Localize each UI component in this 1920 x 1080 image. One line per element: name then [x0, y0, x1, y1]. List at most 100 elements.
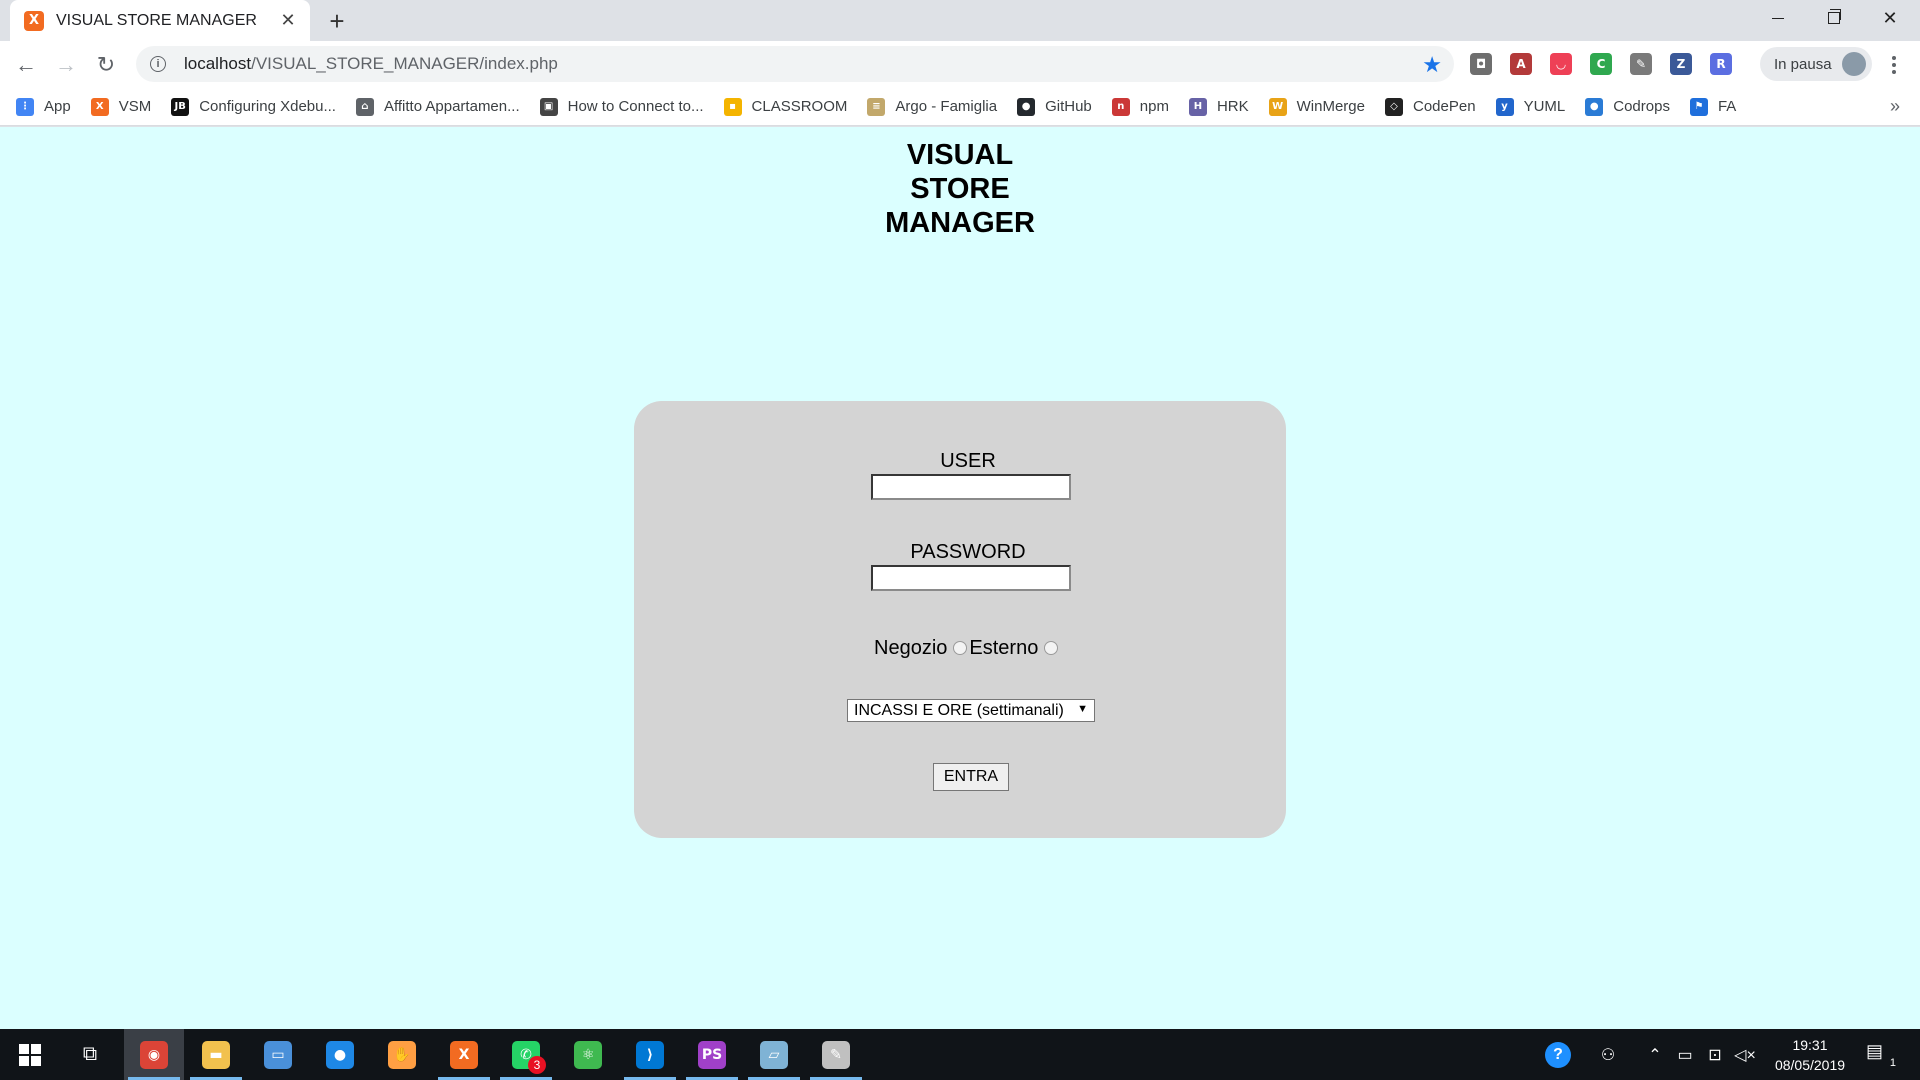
codrops-icon: ●: [1585, 97, 1604, 116]
network-tray-icon[interactable]: ⊡: [1700, 1029, 1730, 1080]
user-input[interactable]: [871, 474, 1071, 500]
bookmark-item[interactable]: W WinMerge: [1268, 97, 1365, 116]
bookmark-item[interactable]: y YUML: [1495, 97, 1566, 116]
atom-taskbar-button[interactable]: ⚛: [558, 1029, 618, 1080]
tools-extension-icon[interactable]: ✎: [1630, 53, 1652, 75]
bookmark-label: npm: [1139, 98, 1169, 115]
bookmark-label: YUML: [1523, 98, 1566, 115]
browser-menu-icon[interactable]: [1884, 51, 1904, 79]
house-icon: ⌂: [355, 97, 374, 116]
bookmark-label: CodePen: [1413, 98, 1476, 115]
messenger-taskbar-button[interactable]: ●: [310, 1029, 370, 1080]
page-content: VISUAL STORE MANAGER USER PASSWORD Negoz…: [0, 127, 1920, 1029]
report-select[interactable]: INCASSI E ORE (settimanali) ▼: [847, 699, 1095, 722]
bookmark-item[interactable]: ⋮ App: [16, 97, 71, 116]
volume-muted-tray-icon[interactable]: ◁×: [1730, 1029, 1760, 1080]
cors-extension-icon[interactable]: C: [1590, 53, 1612, 75]
whatsapp-taskbar-button[interactable]: ✆ 3: [496, 1029, 556, 1080]
phpstorm-taskbar-icon: PS: [698, 1040, 726, 1069]
bookmark-label: FA: [1717, 98, 1737, 115]
tab-title: VISUAL STORE MANAGER: [56, 11, 257, 29]
browser-tab[interactable]: X VISUAL STORE MANAGER ✕: [10, 0, 310, 41]
bookmark-item[interactable]: ⌂ Affitto Appartamen...: [355, 97, 520, 116]
profile-avatar: [1842, 52, 1866, 76]
esterno-radio[interactable]: [1044, 641, 1059, 655]
people-tray-icon[interactable]: ⚇: [1588, 1029, 1628, 1080]
heroku-icon: H: [1188, 97, 1207, 116]
paint-taskbar-button[interactable]: ✎: [806, 1029, 866, 1080]
forward-arrow-icon[interactable]: →: [50, 49, 82, 81]
hand-app-taskbar-button[interactable]: ✋: [372, 1029, 432, 1080]
xampp-taskbar-button[interactable]: X: [434, 1029, 494, 1080]
unread-badge: 3: [528, 1056, 546, 1074]
site-info-icon[interactable]: i: [150, 56, 166, 72]
pdf-extension-icon[interactable]: A: [1510, 53, 1532, 75]
browser-toolbar: ← → ↻ i localhost/VISUAL_STORE_MANAGER/i…: [0, 41, 1920, 88]
xampp-favicon-icon: X: [24, 10, 44, 31]
chrome-taskbar-button[interactable]: ◉: [124, 1029, 184, 1080]
tab-strip: X VISUAL STORE MANAGER ✕ + ✕: [0, 0, 1920, 41]
bookmark-label: VSM: [118, 98, 152, 115]
bookmark-item[interactable]: n npm: [1111, 97, 1169, 116]
windows-logo-icon: [19, 1043, 41, 1066]
notes-taskbar-button[interactable]: ▱: [744, 1029, 804, 1080]
bookmark-label: CLASSROOM: [751, 98, 848, 115]
pocket-extension-icon[interactable]: ◡: [1550, 53, 1572, 75]
task-view-button[interactable]: ⧉: [60, 1029, 120, 1080]
bookmark-item[interactable]: X VSM: [90, 97, 152, 116]
close-tab-icon[interactable]: ✕: [278, 10, 298, 31]
close-window-button[interactable]: ✕: [1862, 0, 1918, 36]
back-arrow-icon[interactable]: ←: [10, 49, 42, 81]
npm-icon: n: [1111, 97, 1130, 116]
codepen-icon: ◇: [1385, 97, 1403, 116]
address-bar[interactable]: i localhost/VISUAL_STORE_MANAGER/index.p…: [136, 46, 1454, 82]
taskbar-clock[interactable]: 19:31 08/05/2019: [1760, 1035, 1860, 1075]
bookmark-item[interactable]: H HRK: [1188, 97, 1249, 116]
phpstorm-taskbar-button[interactable]: PS: [682, 1029, 742, 1080]
restore-window-button[interactable]: [1806, 0, 1862, 36]
profile-button[interactable]: In pausa: [1760, 47, 1872, 81]
bookmark-item[interactable]: ● GitHub: [1017, 97, 1092, 116]
url-text[interactable]: localhost/VISUAL_STORE_MANAGER/index.php: [184, 54, 558, 74]
jetbrains-icon: JB: [171, 97, 190, 116]
github-icon: ●: [1017, 97, 1036, 116]
new-tab-button[interactable]: +: [322, 6, 352, 36]
bookmark-star-icon[interactable]: ★: [1422, 52, 1442, 78]
minimize-window-button[interactable]: [1750, 0, 1806, 36]
camera-extension-icon[interactable]: ◘: [1470, 53, 1492, 75]
clock-date: 08/05/2019: [1774, 1057, 1846, 1073]
bookmark-item[interactable]: JB Configuring Xdebu...: [171, 97, 336, 116]
login-form: USER PASSWORD Negozio Esterno INCASSI E …: [634, 401, 1286, 838]
hand-app-taskbar-icon: ✋: [388, 1040, 416, 1069]
bookmark-item[interactable]: ● Codrops: [1585, 97, 1670, 116]
page-title: VISUAL STORE MANAGER: [860, 138, 1060, 240]
more-bookmarks-icon[interactable]: »: [1890, 96, 1900, 117]
battery-tray-icon[interactable]: ▭: [1670, 1029, 1700, 1080]
help-tray-icon[interactable]: ?: [1536, 1029, 1580, 1080]
title-line-2: STORE: [910, 173, 1010, 205]
bookmark-label: HRK: [1216, 98, 1249, 115]
vscode-taskbar-button[interactable]: ⟩: [620, 1029, 680, 1080]
url-host: localhost: [184, 54, 252, 73]
bookmark-item[interactable]: ▣ How to Connect to...: [539, 97, 704, 116]
computer-taskbar-button[interactable]: ▭: [248, 1029, 308, 1080]
explorer-taskbar-button[interactable]: ▬: [186, 1029, 246, 1080]
password-input[interactable]: [871, 565, 1071, 591]
bookmark-item[interactable]: ≡ Argo - Famiglia: [867, 97, 997, 116]
start-button[interactable]: [0, 1029, 60, 1080]
password-label: PASSWORD: [910, 541, 1026, 563]
action-center-icon[interactable]: ▤ 1: [1866, 1041, 1896, 1069]
esterno-radio-label: Esterno: [969, 636, 1039, 659]
show-hidden-icons-icon[interactable]: ⌃: [1640, 1029, 1670, 1080]
react-extension-icon[interactable]: R: [1710, 53, 1732, 75]
flag-icon: ⚑: [1689, 97, 1708, 116]
bookmark-label: WinMerge: [1296, 98, 1365, 115]
bookmark-item[interactable]: ▪ CLASSROOM: [723, 97, 848, 116]
reload-icon[interactable]: ↻: [90, 49, 122, 81]
entra-submit-button[interactable]: ENTRA: [933, 763, 1009, 791]
bookmark-item[interactable]: ⚑ FA: [1689, 97, 1737, 116]
bookmark-label: App: [44, 98, 71, 115]
bookmark-item[interactable]: ◇ CodePen: [1385, 97, 1476, 116]
zotero-extension-icon[interactable]: Z: [1670, 53, 1692, 75]
negozio-radio[interactable]: [953, 641, 968, 655]
